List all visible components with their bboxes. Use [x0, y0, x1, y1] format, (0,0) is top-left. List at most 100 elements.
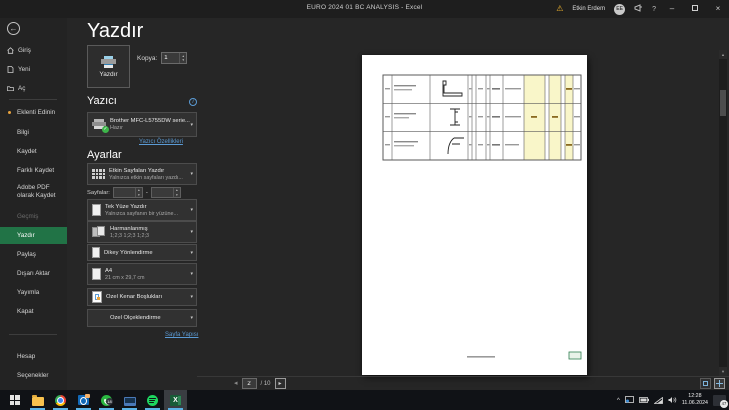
setting-print-active-sheets[interactable]: Etkin Sayfaları Yazdır Yalnızca etkin sa…	[87, 163, 197, 185]
scroll-up-icon[interactable]: ▴	[719, 50, 727, 59]
copies-input[interactable]	[164, 53, 181, 63]
file-explorer-icon	[31, 394, 44, 406]
tray-clock[interactable]: 12:28 11.06.2024	[682, 393, 708, 407]
backstage-sidebar: ← Giriş Yeni Aç Eklenti Edinin Bilgi Kay…	[0, 18, 67, 390]
zoom-to-page-button[interactable]	[714, 378, 725, 389]
sidebar-item-publish[interactable]: Yayımla	[0, 284, 67, 301]
speaker-icon[interactable]	[668, 396, 677, 404]
avatar[interactable]: EE	[614, 3, 626, 15]
spinner-arrows-icon[interactable]: ▴ ▾	[179, 53, 186, 63]
copies-stepper[interactable]: ▴▾	[161, 52, 188, 64]
tray-time: 12:28	[688, 392, 702, 399]
sidebar-item-export[interactable]: Dışarı Aktar	[0, 265, 67, 282]
page-setup-link[interactable]: Sayfa Yapısı	[165, 332, 198, 338]
network-icon[interactable]	[653, 396, 663, 404]
minimize-button[interactable]: –	[665, 5, 679, 13]
start-button[interactable]	[3, 390, 26, 410]
next-page-button[interactable]: ▸	[274, 378, 286, 389]
excel-backstage-window: EURO 2024 01 BC ANALYSIS - Excel ⚠ Etkin…	[0, 0, 729, 410]
megaphone-icon[interactable]	[634, 4, 643, 14]
pages-separator: -	[145, 189, 148, 196]
taskbar-whatsapp[interactable]: 18	[95, 390, 118, 410]
setting-orientation[interactable]: Dikey Yönlendirme ▾	[87, 244, 197, 261]
taskbar-excel[interactable]: X	[164, 390, 187, 410]
pages-from-stepper[interactable]: ▴ ▾	[112, 187, 143, 198]
sidebar-item-save-as[interactable]: Farklı Kaydet	[0, 162, 67, 179]
scrollbar-thumb[interactable]	[720, 90, 726, 116]
previous-page-icon[interactable]: ◂	[234, 380, 238, 387]
setting-margins[interactable]: Özel Kenar Boşlukları ▾	[87, 288, 197, 306]
settings-section-heading: Ayarlar	[87, 149, 122, 161]
current-page-input[interactable]	[241, 378, 257, 389]
sidebar-item-share[interactable]: Paylaş	[0, 246, 67, 263]
sidebar-item-info[interactable]: Bilgi	[0, 124, 67, 141]
show-margins-button[interactable]	[700, 378, 711, 389]
battery-icon[interactable]	[638, 397, 649, 403]
page-title: Yazdır	[87, 20, 144, 42]
account-user-name[interactable]: Etkin Erdem	[572, 6, 605, 12]
sidebar-item-home[interactable]: Giriş	[0, 42, 67, 59]
addin-dot-icon	[8, 111, 11, 114]
sidebar-item-open[interactable]: Aç	[0, 80, 67, 97]
sidebar-item-save-as-adobe-pdf[interactable]: Adobe PDF olarak Kaydet	[0, 181, 67, 203]
help-icon[interactable]: ?	[652, 6, 656, 13]
printer-dropdown[interactable]: ✓ Brother MFC-L5755DW serie... Hazır ▾	[87, 112, 197, 137]
pages-label: Sayfalar:	[87, 189, 110, 196]
total-pages-label: / 10	[260, 380, 271, 387]
setting-scaling[interactable]: Özel Ölçeklendirme ▾	[87, 309, 197, 327]
printer-section-heading: Yazıcı	[87, 95, 117, 107]
setting-collated[interactable]: Harmanlanmış 1;2;3 1;2;3 1;2;3 ▾	[87, 221, 197, 243]
back-button[interactable]: ←	[7, 22, 20, 35]
screen-share-icon[interactable]	[624, 396, 634, 404]
windows-logo-icon	[9, 395, 20, 405]
sidebar-divider	[9, 99, 57, 100]
laptop-icon	[123, 396, 136, 406]
taskbar-device-app[interactable]	[118, 390, 141, 410]
print-button[interactable]: Yazdır	[87, 45, 130, 88]
restore-button[interactable]	[688, 5, 702, 13]
sidebar-item-account[interactable]: Hesap	[0, 348, 67, 365]
notification-count-badge: 47	[720, 399, 728, 408]
taskbar-outlook[interactable]	[72, 390, 95, 410]
setting-paper-size[interactable]: A4 21 cm x 29,7 cm ▾	[87, 263, 197, 285]
sidebar-item-label: Aç	[18, 85, 26, 92]
warning-icon[interactable]: ⚠	[556, 5, 563, 13]
close-button[interactable]: ×	[711, 5, 725, 13]
tray-expand-icon[interactable]: ^	[617, 397, 620, 404]
taskbar-chrome[interactable]	[49, 390, 72, 410]
sidebar-item-save[interactable]: Kaydet	[0, 143, 67, 160]
chrome-icon	[55, 394, 66, 406]
sidebar-item-print[interactable]: Yazdır	[0, 227, 67, 244]
setting-print-one-sided[interactable]: Tek Yüze Yazdır Yalnızca sayfanın bir yü…	[87, 199, 197, 221]
system-tray: ^ 12:28 11.06.2024 47	[617, 390, 729, 410]
taskbar-file-explorer[interactable]	[26, 390, 49, 410]
taskbar-spotify[interactable]	[141, 390, 164, 410]
spinner-arrows-icon[interactable]: ▴ ▾	[172, 188, 180, 197]
tray-date: 11.06.2024	[681, 400, 708, 406]
zoom-to-page-icon	[716, 380, 723, 387]
single-page-icon	[92, 204, 101, 216]
print-button-label: Yazdır	[99, 70, 118, 78]
home-icon	[7, 47, 14, 54]
info-icon[interactable]: i	[189, 98, 197, 106]
sidebar-item-options[interactable]: Seçenekler	[0, 367, 67, 384]
chevron-down-icon: ▾	[190, 294, 193, 300]
notification-center-icon[interactable]: 47	[713, 394, 728, 408]
excel-icon: X	[170, 394, 181, 406]
page-footer	[467, 351, 582, 360]
sidebar-item-get-addins[interactable]: Eklenti Edinin	[0, 104, 67, 121]
sidebar-item-label: Eklenti Edinin	[17, 109, 56, 116]
print-preview-page	[362, 55, 587, 375]
preview-scrollbar[interactable]: ▴ ▾	[719, 50, 727, 376]
scroll-down-icon[interactable]: ▾	[719, 367, 727, 376]
chevron-down-icon: ▾	[190, 121, 193, 128]
sidebar-item-close[interactable]: Kapat	[0, 303, 67, 320]
spinner-arrows-icon[interactable]: ▴ ▾	[134, 188, 142, 197]
pages-to-stepper[interactable]: ▴ ▾	[150, 187, 181, 198]
portrait-orientation-icon	[92, 247, 100, 258]
printer-properties-link[interactable]: Yazıcı Özellikleri	[139, 139, 183, 145]
company-logo	[568, 351, 582, 360]
sidebar-item-new[interactable]: Yeni	[0, 61, 67, 78]
preview-table	[382, 74, 582, 360]
collate-pages-icon	[92, 226, 106, 238]
